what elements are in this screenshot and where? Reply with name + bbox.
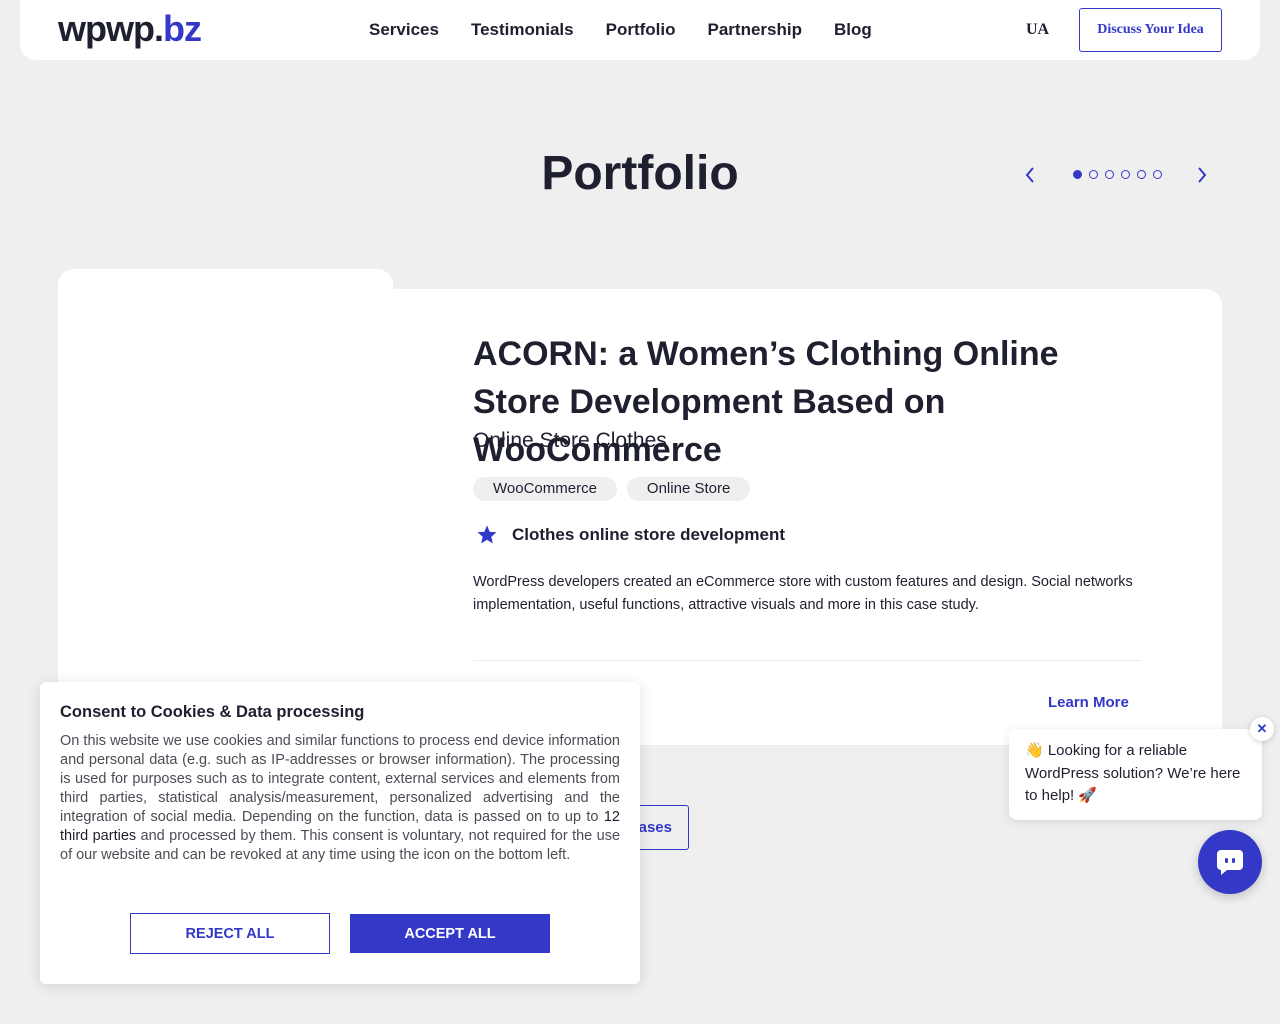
chat-launcher-button[interactable]: [1198, 830, 1262, 894]
logo-main-text: wpwp.: [58, 8, 164, 49]
cookie-title: Consent to Cookies & Data processing: [60, 703, 365, 721]
cookie-text: On this website we use cookies and simil…: [60, 732, 620, 865]
slider-dot[interactable]: [1137, 170, 1146, 179]
accept-all-button[interactable]: ACCEPT ALL: [350, 914, 550, 953]
slider-dot[interactable]: [1153, 170, 1162, 179]
chat-close-button[interactable]: ✕: [1250, 717, 1274, 741]
site-header: wpwp.bz Services Testimonials Portfolio …: [20, 0, 1260, 60]
logo[interactable]: wpwp.bz: [58, 8, 202, 50]
chevron-right-icon: [1198, 167, 1207, 183]
case-feature: Clothes online store development: [476, 524, 785, 546]
reject-all-button[interactable]: REJECT ALL: [130, 913, 330, 954]
learn-more-link[interactable]: Learn More: [1048, 694, 1129, 711]
chevron-left-icon: [1025, 167, 1034, 183]
nav-services[interactable]: Services: [369, 20, 439, 40]
all-cases-label: ases: [638, 819, 672, 836]
cookie-text-after: and processed by them. This consent is v…: [60, 828, 621, 863]
case-description: WordPress developers created an eCommerc…: [473, 574, 1133, 613]
nav-testimonials[interactable]: Testimonials: [471, 20, 574, 40]
logo-accent-text: bz: [163, 8, 202, 49]
close-icon: ✕: [1256, 721, 1268, 736]
chat-message-bubble[interactable]: 👋 Looking for a reliable WordPress solut…: [1009, 729, 1262, 820]
slider-dot[interactable]: [1089, 170, 1098, 179]
nav-blog[interactable]: Blog: [834, 20, 872, 40]
feature-label: Clothes online store development: [512, 525, 785, 544]
star-icon: [477, 525, 497, 544]
tag-online-store[interactable]: Online Store: [626, 477, 751, 501]
slider-dot[interactable]: [1105, 170, 1114, 179]
cookie-text-before: On this website we use cookies and simil…: [60, 733, 620, 825]
slider-next-button[interactable]: [1191, 163, 1213, 187]
slider-dots: [1073, 170, 1169, 179]
slider-dot[interactable]: [1121, 170, 1130, 179]
tag-woocommerce[interactable]: WooCommerce: [473, 477, 617, 501]
case-tags: WooCommerce Online Store: [473, 477, 760, 501]
slider-prev-button[interactable]: [1019, 163, 1041, 187]
case-subtitle: Online Store Clothes: [473, 429, 667, 452]
slider-dot[interactable]: [1073, 170, 1082, 179]
language-switcher[interactable]: UA: [1026, 21, 1049, 39]
chat-icon: [1217, 850, 1243, 875]
main-nav: Services Testimonials Portfolio Partners…: [369, 20, 904, 40]
nav-portfolio[interactable]: Portfolio: [606, 20, 676, 40]
cookie-consent-dialog: Consent to Cookies & Data processing On …: [40, 682, 640, 984]
divider: [473, 660, 1141, 661]
nav-partnership[interactable]: Partnership: [708, 20, 802, 40]
discuss-your-idea-button[interactable]: Discuss Your Idea: [1079, 8, 1222, 52]
